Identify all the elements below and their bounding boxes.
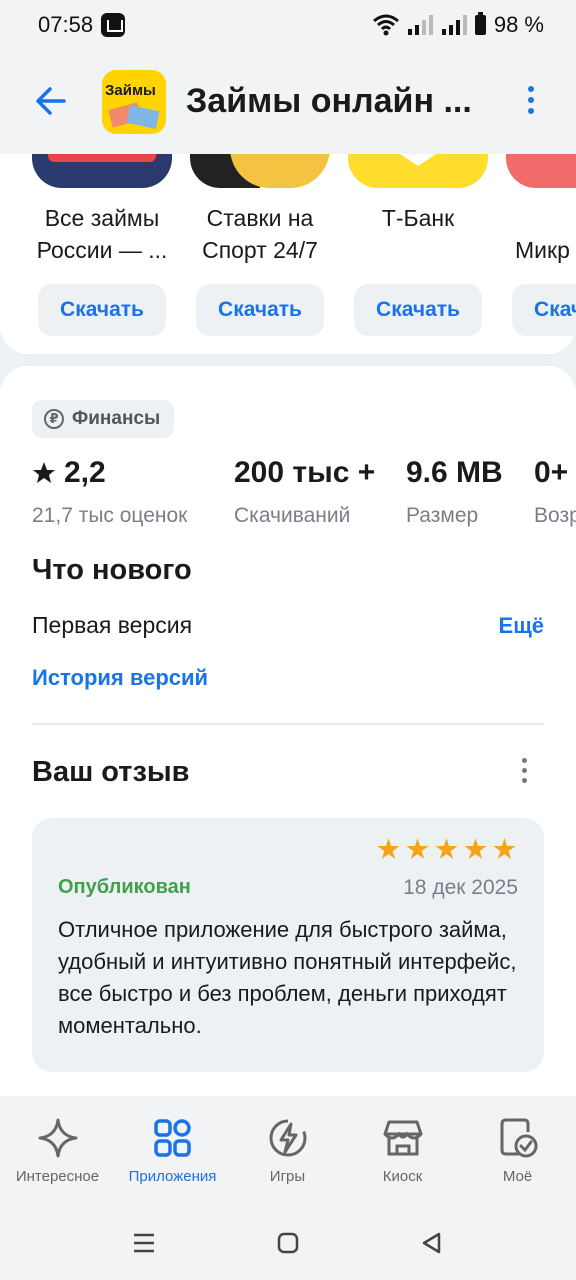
bolt-icon [269,1119,306,1157]
download-button[interactable]: Скачать [512,284,576,336]
status-bar: 07:58 98 % [0,0,576,52]
ruble-icon: ₽ [44,409,64,429]
star-icon [493,838,516,859]
app-info-card: ₽ Финансы 2,2 21,7 тыс оценок 200 тыс + … [0,366,576,1106]
rating-stat[interactable]: 2,2 21,7 тыс оценок [32,456,187,528]
my-apps-icon [500,1118,537,1158]
whats-new-heading: Что нового [32,554,192,586]
more-menu-icon[interactable] [526,86,536,118]
nav-tab-kiosk[interactable]: Киоск [345,1116,460,1185]
review-text: Отличное приложение для быстрого займа, … [58,917,517,1038]
app-icon [190,154,330,188]
whats-new-text: Первая версия [32,612,193,638]
app-header: Займы Займы онлайн ... [0,52,576,154]
nav-tab-apps[interactable]: Приложения [115,1116,230,1185]
age-stat: 0+ Возр [534,456,576,528]
rating-stars [377,838,516,861]
app-icon [348,154,488,188]
back-arrow-icon[interactable] [34,84,68,118]
status-time: 07:58 [38,12,94,37]
nav-label: Интересное [15,1168,100,1185]
notification-icon [101,13,125,37]
wifi-icon [372,14,399,36]
review-menu-icon[interactable] [520,758,528,788]
kiosk-icon [383,1120,422,1156]
nav-label: Киоск [382,1168,423,1185]
download-button[interactable]: Скачать [196,284,324,336]
category-chip[interactable]: ₽ Финансы [32,400,175,438]
your-review-heading: Ваш отзыв [32,756,190,788]
star-icon [33,462,55,483]
age-value: 0+ [534,456,569,489]
recents-icon[interactable] [132,1232,156,1254]
bottom-navigation: Интересное Приложения Игры Киоск Моё [0,1096,576,1204]
review-status: Опубликован [58,876,191,898]
similar-apps-carousel: Все займы России — ... Скачать Ставки на… [0,154,576,354]
system-navigation-bar [0,1204,576,1280]
similar-app-name: Т-Банк [381,205,455,231]
app-icon [32,154,172,188]
back-icon[interactable] [420,1231,442,1255]
nav-tab-my[interactable]: Моё [460,1116,575,1185]
star-icon [377,838,400,859]
star-icon [464,838,487,859]
downloads-stat: 200 тыс + Скачиваний [234,456,375,528]
download-button[interactable]: Скачать [38,284,166,336]
app-icon [506,154,576,188]
status-icons: 98 % [372,12,544,38]
battery-percent: 98 % [493,12,544,37]
age-label: Возр [534,504,576,527]
similar-app-name: Ставки на Спорт 24/7 [202,205,318,263]
sparkle-icon [38,1118,77,1158]
review-date: 18 дек 2025 [403,876,518,899]
star-icon [406,838,429,859]
nav-tab-interesting[interactable]: Интересное [0,1116,115,1185]
divider [32,723,544,725]
page-title: Займы онлайн ... [186,82,472,120]
rating-count: 21,7 тыс оценок [32,504,188,527]
review-card[interactable]: Опубликован 18 дек 2025 Отличное приложе… [32,818,544,1072]
signal-icon [407,15,433,35]
category-label: Финансы [72,408,161,429]
size-stat: 9.6 MB Размер [406,456,503,528]
apps-icon [153,1119,191,1157]
nav-label: Игры [269,1168,306,1185]
star-icon [435,838,458,859]
similar-app-name: Все займы России — ... [36,205,168,263]
signal-icon-2 [441,15,467,35]
downloads-label: Скачиваний [234,504,351,527]
similar-app-name: Микр [515,237,570,263]
size-label: Размер [406,504,479,527]
downloads-value: 200 тыс + [234,456,376,489]
app-logo: Займы [102,70,166,134]
rating-value: 2,2 [64,456,106,489]
battery-icon [474,12,486,35]
nav-label: Моё [502,1168,533,1185]
size-value: 9.6 MB [406,456,503,489]
more-link[interactable]: Ещё [499,613,544,639]
nav-tab-games[interactable]: Игры [230,1116,345,1185]
app-logo-text: Займы [105,82,156,99]
download-button[interactable]: Скачать [354,284,482,336]
home-icon[interactable] [277,1232,299,1254]
nav-label: Приложения [128,1168,217,1185]
version-history-link[interactable]: История версий [32,665,208,691]
